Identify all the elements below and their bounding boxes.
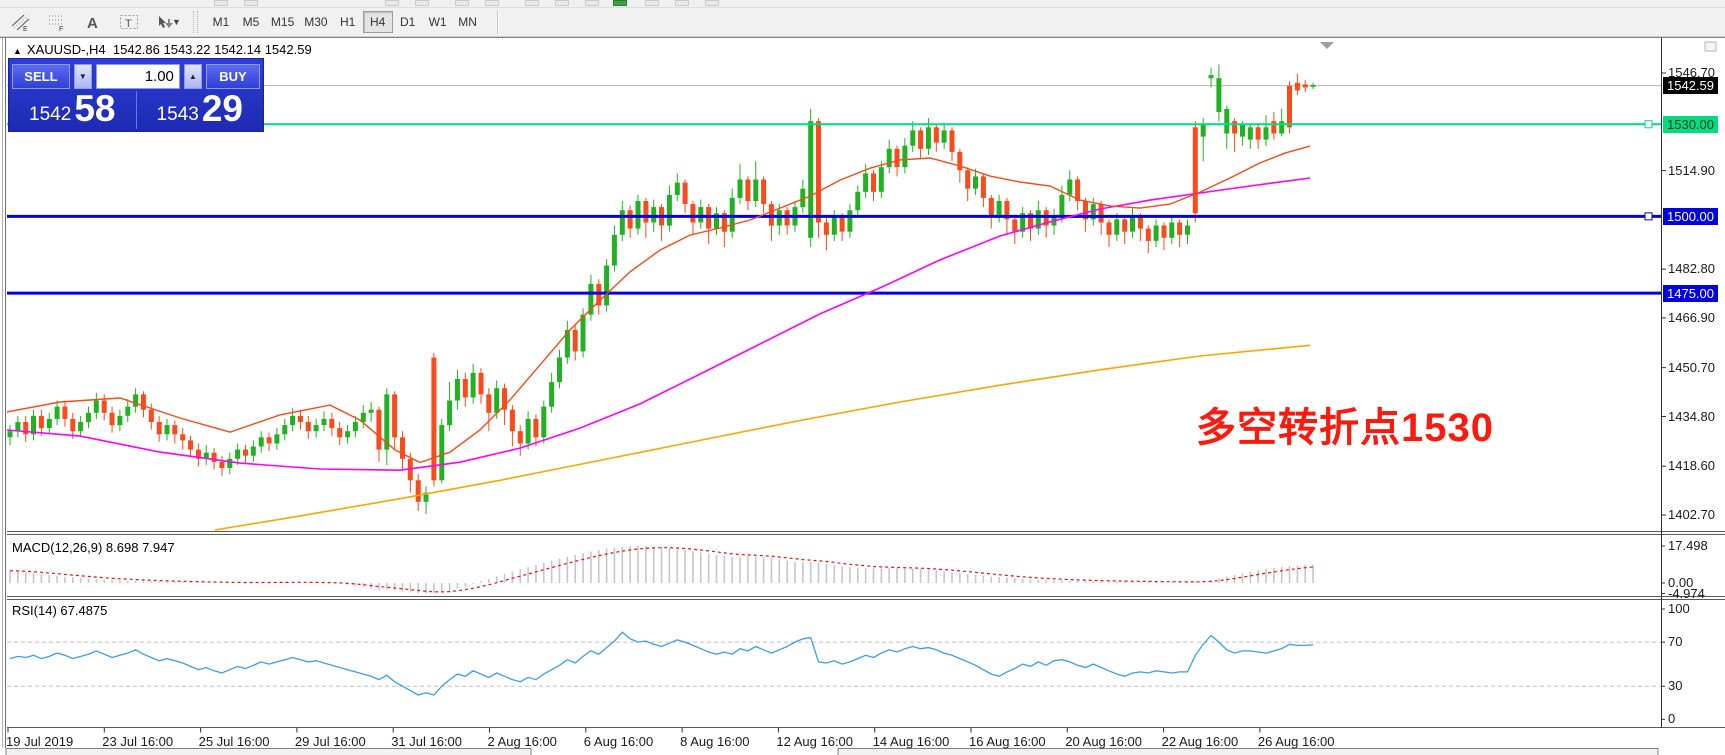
toolbar-drag-handle[interactable] <box>193 11 198 33</box>
timeframe-button-M5[interactable]: M5 <box>236 11 266 33</box>
timeframe-button-M30[interactable]: M30 <box>299 11 332 33</box>
ma-fast-line <box>7 146 1310 462</box>
equidistant-channel-icon[interactable]: E <box>8 10 34 34</box>
background-toolbar-strip <box>0 0 1725 8</box>
chart-annotation: 多空转折点1530 <box>1196 395 1494 453</box>
price-axis[interactable] <box>1661 37 1725 728</box>
scroll-marker-icon[interactable] <box>1320 42 1334 49</box>
line-handle[interactable] <box>1645 213 1652 220</box>
text-box-icon[interactable]: T <box>116 10 142 34</box>
volume-increase-button[interactable]: ▲ <box>184 64 202 89</box>
timeframe-button-M1[interactable]: M1 <box>206 11 236 33</box>
rsi-indicator-label: RSI(14) 67.4875 <box>12 603 107 618</box>
buy-price-display[interactable]: 1543 29 <box>137 91 264 129</box>
svg-text:T: T <box>125 18 132 30</box>
timeframe-button-M15[interactable]: M15 <box>266 11 299 33</box>
drawing-tools-group: EFAT <box>0 10 178 34</box>
fibonacci-icon[interactable]: F <box>44 10 70 34</box>
macd-indicator-label: MACD(12,26,9) 8.698 7.947 <box>12 540 175 555</box>
collapse-triangle-icon[interactable]: ▲ <box>13 46 22 56</box>
line-handle[interactable] <box>1645 121 1652 128</box>
macd-histogram <box>10 546 1313 594</box>
timeframe-button-H4[interactable]: H4 <box>363 11 393 33</box>
one-click-trading-panel: SELL ▼ ▲ BUY 1542 58 1543 29 <box>8 58 264 132</box>
toolbar-separator <box>497 10 498 34</box>
timeframe-button-W1[interactable]: W1 <box>423 11 453 33</box>
timeframe-buttons-group: M1M5M15M30H1H4D1W1MN <box>206 11 483 33</box>
main-toolbar: E F A T ▼ M1M5M15M30H1H4D1W1MN <box>0 8 1725 37</box>
svg-text:E: E <box>23 26 28 31</box>
mt4-window: E F A T ▼ M1M5M15M30H1H4D1W1MN ▲XAUUSD-,H4 … <box>0 0 1725 755</box>
buy-button[interactable]: BUY <box>206 64 260 89</box>
text-label-icon[interactable]: A <box>80 10 106 34</box>
time-axis[interactable] <box>0 728 1661 750</box>
dropdown-caret-icon[interactable]: ▼ <box>172 17 181 27</box>
timeframe-button-H1[interactable]: H1 <box>333 11 363 33</box>
timeframe-button-MN[interactable]: MN <box>453 11 483 33</box>
sell-price-display[interactable]: 1542 58 <box>9 91 137 129</box>
volume-input[interactable] <box>96 64 180 89</box>
svg-text:F: F <box>59 26 63 31</box>
sell-button[interactable]: SELL <box>12 64 70 89</box>
svg-text:A: A <box>87 15 98 31</box>
timeframe-button-D1[interactable]: D1 <box>393 11 423 33</box>
volume-decrease-button[interactable]: ▼ <box>74 64 92 89</box>
symbol-info: ▲XAUUSD-,H4 1542.86 1543.22 1542.14 1542… <box>13 42 312 57</box>
chart-window: ▲XAUUSD-,H4 1542.86 1543.22 1542.14 1542… <box>0 37 1725 755</box>
